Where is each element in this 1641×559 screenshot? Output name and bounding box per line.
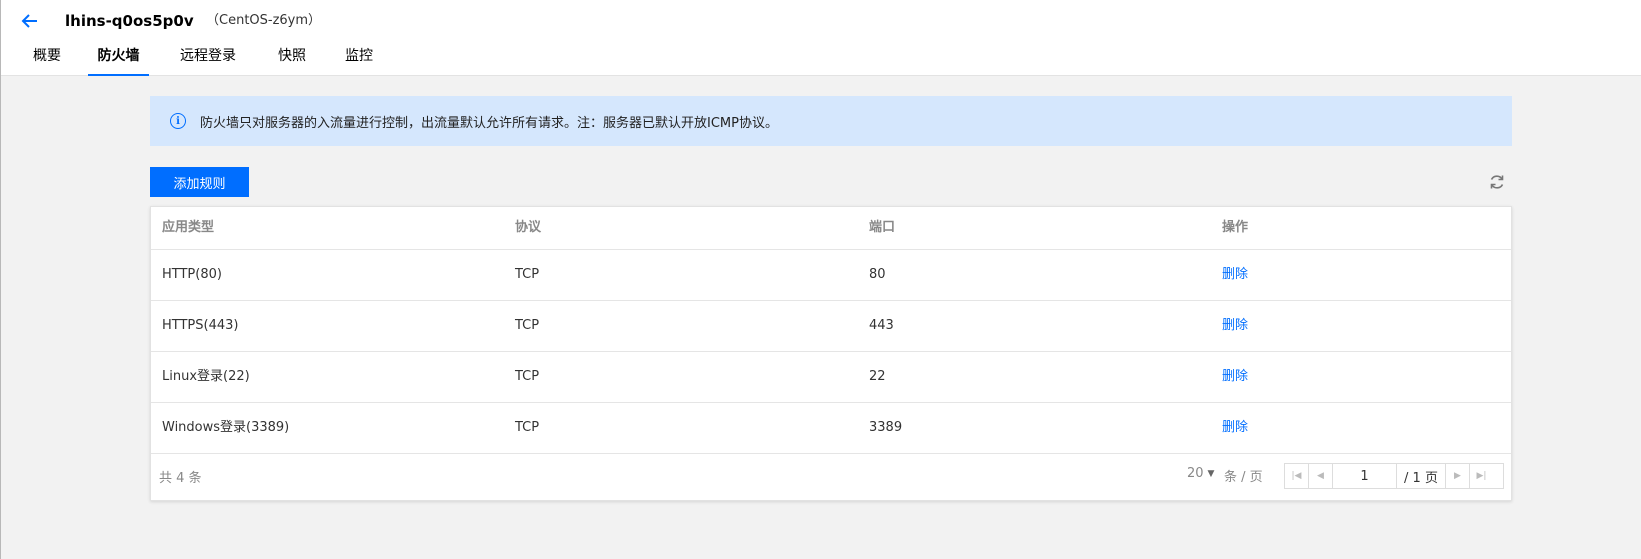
delete-rule-link[interactable]: 删除 [1222,367,1248,387]
window-edge [0,0,1,559]
per-page-label: 条 / 页 [1224,470,1263,485]
page-title: lhins-q0os5p0v [65,12,194,30]
page-size-value: 20 [1187,466,1204,481]
back-button[interactable] [19,10,41,32]
delete-rule-link[interactable]: 删除 [1222,265,1248,285]
cell-port: 80 [869,267,886,282]
caret-down-icon: ▼ [1207,468,1215,479]
tab-firewall[interactable]: 防火墙 [88,46,149,76]
delete-rule-link[interactable]: 删除 [1222,418,1248,438]
column-header-action: 操作 [1222,220,1249,235]
page-number-input[interactable] [1333,464,1397,488]
add-rule-button[interactable]: 添加规则 [150,167,249,197]
cell-app-type: Linux登录(22) [162,369,250,384]
arrow-left-icon [21,14,37,28]
total-count: 共 4 条 [159,471,202,486]
cell-protocol: TCP [515,318,540,333]
table-row: Windows登录(3389) TCP 3389 删除 [151,403,1511,454]
table-row: Linux登录(22) TCP 22 删除 [151,352,1511,403]
column-header-protocol: 协议 [515,220,542,235]
info-icon: i [170,113,186,129]
tab-remote-login[interactable]: 远程登录 [178,46,238,76]
next-page-icon[interactable]: ▶ [1445,464,1469,488]
column-header-port: 端口 [869,220,896,235]
page-size-select[interactable]: 20 ▼ [1187,466,1214,481]
tab-snapshot[interactable]: 快照 [277,46,307,76]
tab-monitoring[interactable]: 监控 [344,46,374,76]
total-pages: / 1 页 [1404,470,1438,486]
table-row: HTTPS(443) TCP 443 删除 [151,301,1511,352]
table-footer: 共 4 条 20 ▼ 条 / 页 |◀ ◀ / 1 页 ▶ ▶| [151,454,1511,500]
page-header: lhins-q0os5p0v （CentOS-z6ym） 概要 防火墙 远程登录… [1,0,1641,76]
firewall-notice: i 防火墙只对服务器的入流量进行控制，出流量默认允许所有请求。注：服务器已默认开… [150,96,1512,146]
prev-page-icon[interactable]: ◀ [1309,464,1333,488]
cell-protocol: TCP [515,420,540,435]
tab-overview[interactable]: 概要 [32,46,62,76]
cell-app-type: HTTPS(443) [162,318,239,333]
cell-app-type: Windows登录(3389) [162,420,290,435]
table-header: 应用类型 协议 端口 操作 [151,207,1511,250]
last-page-icon[interactable]: ▶| [1469,464,1493,488]
first-page-icon[interactable]: |◀ [1285,464,1309,488]
firewall-rules-table: 应用类型 协议 端口 操作 HTTP(80) TCP 80 删除 HTTPS(4… [150,206,1512,501]
cell-port: 3389 [869,420,903,435]
cell-protocol: TCP [515,369,540,384]
table-row: HTTP(80) TCP 80 删除 [151,250,1511,301]
cell-port: 443 [869,318,894,333]
cell-port: 22 [869,369,886,384]
delete-rule-link[interactable]: 删除 [1222,316,1248,336]
cell-protocol: TCP [515,267,540,282]
cell-app-type: HTTP(80) [162,267,222,282]
notice-text: 防火墙只对服务器的入流量进行控制，出流量默认允许所有请求。注：服务器已默认开放I… [200,115,778,131]
pagination: |◀ ◀ / 1 页 ▶ ▶| [1284,463,1504,489]
refresh-icon[interactable] [1488,173,1506,191]
column-header-app-type: 应用类型 [162,220,215,235]
instance-image-label: （CentOS-z6ym） [206,13,322,28]
